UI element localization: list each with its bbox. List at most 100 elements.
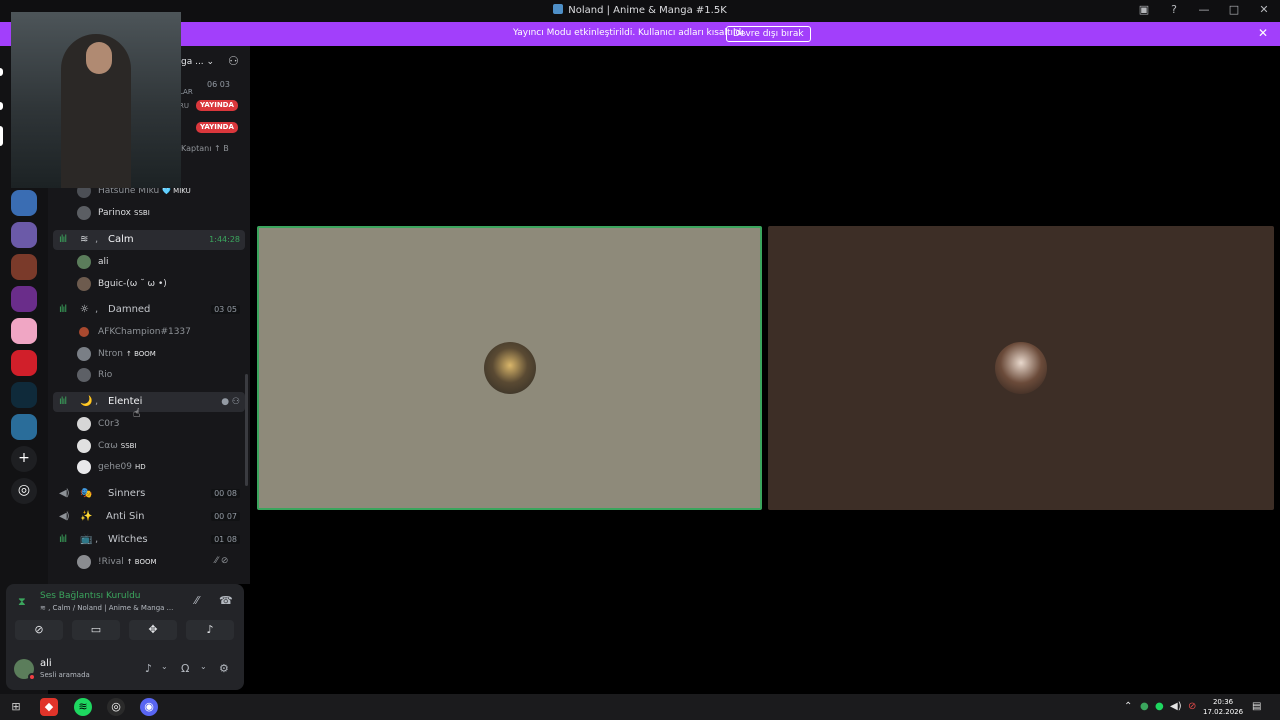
voice-channel-path[interactable]: ≋ , Calm / Noland | Anime & Manga ... <box>40 604 173 612</box>
banner-message: Yayıncı Modu etkinleştirildi. Kullanıcı … <box>513 28 747 38</box>
activities-button[interactable]: ✥ <box>129 620 177 640</box>
notifications-icon[interactable]: ▤ <box>1252 701 1261 712</box>
voice-channel-calm[interactable]: ılıl ≋ , Calm 1:44:28 <box>53 230 245 250</box>
tray-spotify-icon[interactable]: ● <box>1155 701 1164 712</box>
person-face <box>86 42 112 74</box>
channel-timer: 1:44:28 <box>209 235 240 244</box>
user-name: Rio <box>98 370 113 380</box>
noise-suppression-icon[interactable]: ⁄⁄ <box>195 594 199 607</box>
user-name: Parinox SSBI <box>98 208 150 218</box>
server-indicator <box>0 102 3 110</box>
soundboard-button[interactable]: ♪ <box>186 620 234 640</box>
voice-connection-panel: ⧗ Ses Bağlantısı Kuruldu ≋ , Calm / Nola… <box>6 584 244 648</box>
voice-channel-damned[interactable]: ılıl ☼ , Damned 03 05 <box>53 300 245 320</box>
motorcycle-avatar <box>483 342 536 394</box>
discord-icon[interactable]: ◉ <box>140 698 158 716</box>
window-title: Noland | Anime & Manga #1.5K <box>0 4 1280 16</box>
user-name: C0r3 <box>98 419 120 429</box>
disconnect-icon[interactable]: ☎ <box>219 594 233 607</box>
user-name: !Rival ↑ BOOM <box>98 557 157 567</box>
tray-app-icon[interactable]: ● <box>1140 701 1149 712</box>
user-name[interactable]: ali <box>40 658 52 669</box>
tray-chevron-up-icon[interactable]: ⌃ <box>1124 701 1132 712</box>
server-icon[interactable] <box>11 222 37 248</box>
chevron-down-icon[interactable]: ⌄ <box>200 662 207 671</box>
partial-text: Kaptanı ↑ B <box>181 144 229 153</box>
server-icon[interactable] <box>11 254 37 280</box>
user-name: Ntron ↑ BOOM <box>98 349 156 359</box>
participant-tile[interactable] <box>768 226 1274 510</box>
minimize-button[interactable]: — <box>1196 3 1212 16</box>
channel-scrollbar[interactable] <box>245 374 248 486</box>
app-icon[interactable]: ◎ <box>107 698 125 716</box>
avatar <box>77 417 91 431</box>
camera-preview[interactable] <box>11 12 181 188</box>
avatar <box>77 255 91 269</box>
channel-count: 00 07 <box>211 512 240 521</box>
user-name: gehe09 HD <box>98 462 146 472</box>
signal-icon[interactable]: ⧗ <box>18 595 26 609</box>
channel-name: Sinners <box>108 488 146 499</box>
channel-count: 00 08 <box>211 489 240 498</box>
voice-status[interactable]: Ses Bağlantısı Kuruldu <box>40 591 140 601</box>
discover-icon[interactable]: ◎ <box>11 478 37 504</box>
close-button[interactable]: ✕ <box>1256 3 1272 16</box>
avatar <box>77 439 91 453</box>
chevron-down-icon[interactable]: ⌄ <box>161 662 168 671</box>
voice-active-icon: ılıl <box>59 304 67 315</box>
disable-streamer-mode-button[interactable]: Devre dışı bırak <box>726 26 811 42</box>
channel-name: Anti Sin <box>106 511 145 522</box>
clock[interactable]: 20:36 17.02.2026 <box>1203 697 1243 717</box>
taskbar: ⊞ ◆ ≋ ◎ ◉ ⌃ ● ● ◀) ⊘ 20:36 17.02.2026 ▤ <box>0 694 1280 720</box>
volume-icon[interactable]: ◀) <box>1170 701 1182 712</box>
voice-active-icon: ılıl <box>59 534 67 545</box>
server-name: ga ... ⌄ <box>181 57 215 67</box>
user-status: Sesli aramada <box>40 671 90 679</box>
voice-channel-sinners[interactable]: ◀) 🎭 Sinners 00 08 <box>53 484 245 504</box>
server-icon[interactable] <box>11 286 37 312</box>
partial-text: LAR <box>179 88 193 96</box>
maximize-button[interactable]: □ <box>1226 3 1242 16</box>
voice-active-icon: ılıl <box>59 234 67 245</box>
server-icon[interactable] <box>11 414 37 440</box>
add-server-icon[interactable]: + <box>11 446 37 472</box>
headphones-icon[interactable]: Ω <box>181 662 189 675</box>
voice-channel-anti-sin[interactable]: ◀) ✨ Anti Sin 00 07 <box>53 507 245 527</box>
server-icon[interactable] <box>11 382 37 408</box>
spotify-icon[interactable]: ≋ <box>74 698 92 716</box>
title-bar: Noland | Anime & Manga #1.5K ▣ ? — □ ✕ <box>0 0 1280 22</box>
voice-channel-witches[interactable]: ılıl 📺 , Witches 01 08 <box>53 530 245 550</box>
windows-start-icon[interactable]: ⊞ <box>7 698 25 716</box>
settings-gear-icon[interactable]: ⚙ <box>219 662 229 675</box>
inbox-icon[interactable]: ▣ <box>1136 3 1152 16</box>
camera-button[interactable]: ⊘ <box>15 620 63 640</box>
user-name: Cαω SSBI <box>98 441 137 451</box>
discord-app-icon <box>553 4 564 14</box>
voice-channel-elentei[interactable]: ılıl 🌙 , Elentei ● ⚇ <box>53 392 245 412</box>
channel-name: Calm <box>108 234 134 245</box>
anime-avatar <box>995 342 1047 394</box>
screen-share-button[interactable]: ▭ <box>72 620 120 640</box>
participant-tile[interactable] <box>257 226 762 510</box>
brave-browser-icon[interactable]: ◆ <box>40 698 58 716</box>
streamer-mode-banner: Yayıncı Modu etkinleştirildi. Kullanıcı … <box>0 22 1280 46</box>
title-bar-controls: ▣ ? — □ ✕ <box>1136 3 1272 16</box>
server-indicator <box>0 68 3 76</box>
ufc-server-icon[interactable] <box>11 350 37 376</box>
speaker-icon: ◀) <box>59 488 70 499</box>
channel-chat-icon[interactable]: ● ⚇ <box>221 397 240 407</box>
server-icon[interactable] <box>11 190 37 216</box>
chevron-down-icon: ⌄ <box>206 57 215 67</box>
channel-name: Damned <box>108 304 151 315</box>
add-member-icon[interactable]: ⚇ <box>228 54 239 68</box>
help-icon[interactable]: ? <box>1166 3 1182 16</box>
avatar <box>77 368 91 382</box>
avatar <box>79 327 89 337</box>
close-banner-icon[interactable]: ✕ <box>1258 26 1268 40</box>
user-name: ali <box>98 257 109 267</box>
microphone-icon[interactable]: ♪ <box>145 662 152 675</box>
server-header[interactable]: ga ... ⌄ ⚇ <box>181 46 250 78</box>
server-icon[interactable] <box>11 318 37 344</box>
tray-network-icon[interactable]: ⊘ <box>1188 701 1196 712</box>
channel-count: 03 05 <box>211 305 240 314</box>
